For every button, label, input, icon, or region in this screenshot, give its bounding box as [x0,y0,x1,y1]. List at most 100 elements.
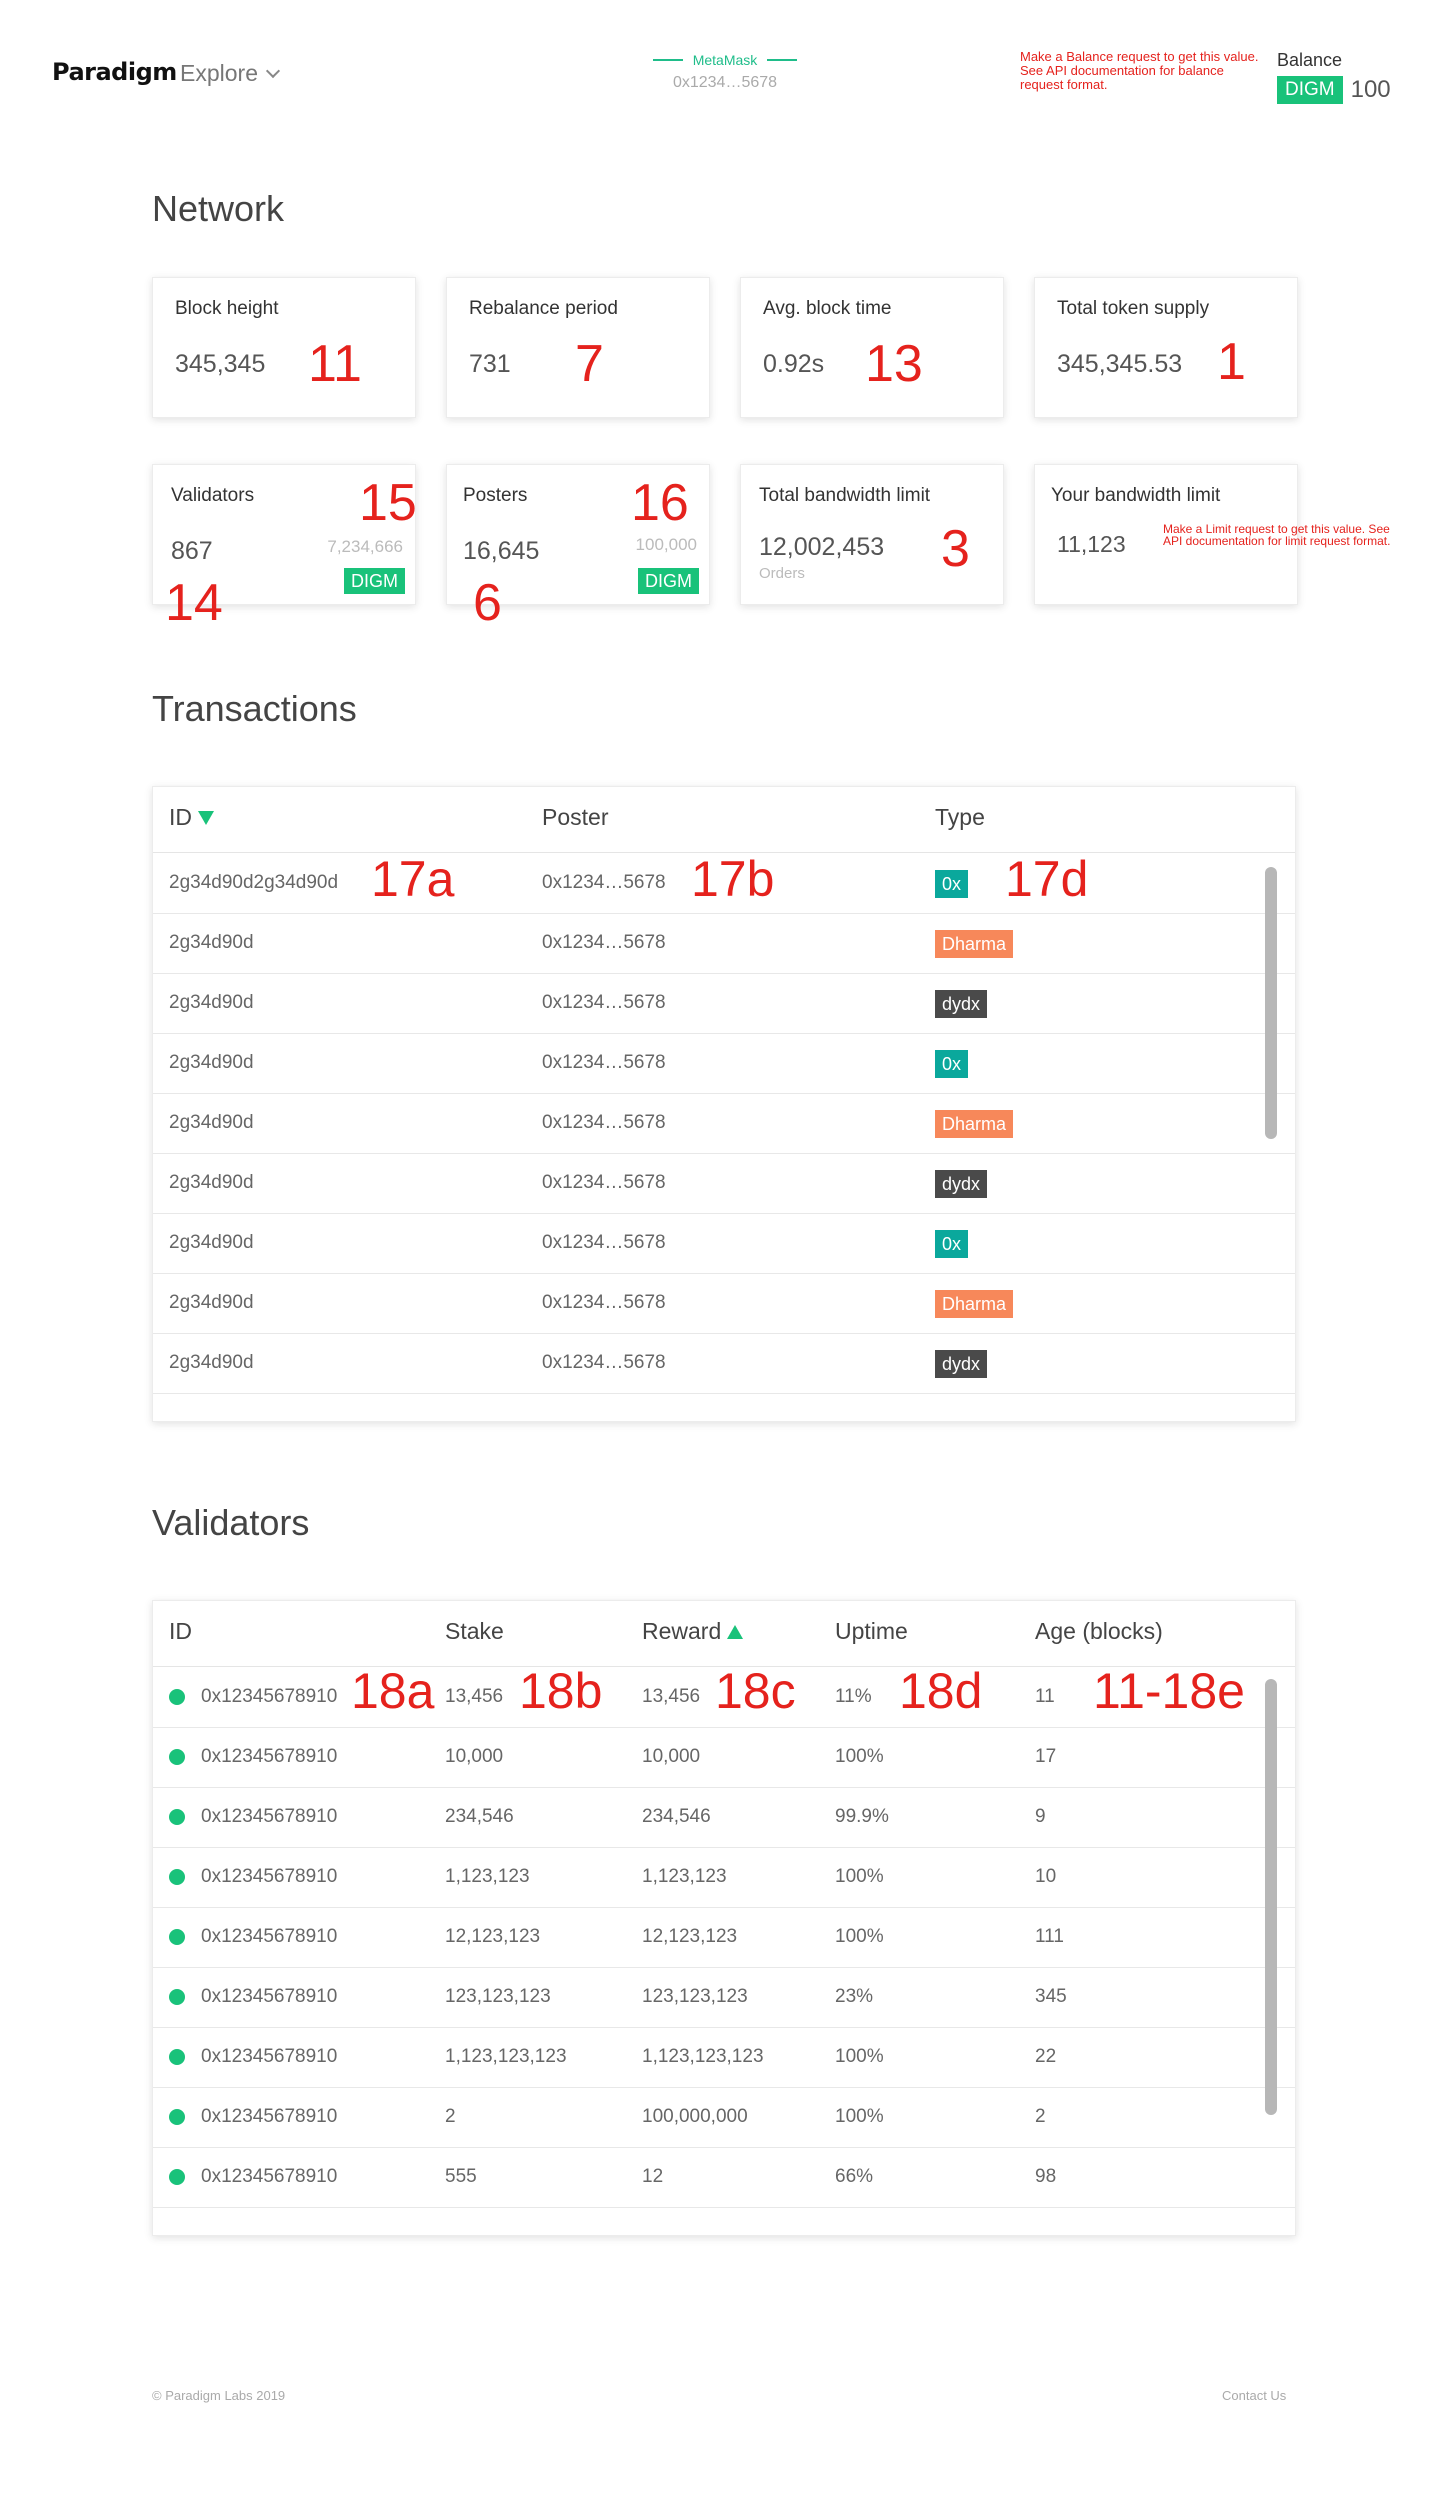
validator-id: 0x12345678910 [201,1746,338,1767]
validator-id: 0x12345678910 [201,1686,338,1707]
validator-reward: 234,546 [642,1806,711,1827]
validator-stake: 123,123,123 [445,1986,551,2007]
metamask-label: MetaMask [692,52,758,68]
column-header-id[interactable]: ID [169,1618,192,1645]
validator-uptime: 23% [835,1986,874,2007]
rebalance-period-card: Rebalance period 731 7 [446,277,710,418]
explore-dropdown[interactable]: Explore [180,60,281,87]
column-header-poster[interactable]: Poster [542,804,608,831]
column-header-reward[interactable]: Reward [642,1618,744,1645]
annotation-label: 14 [165,574,223,632]
table-row[interactable]: 0x12345678910 1,123,123 1,123,123 100% 10 [153,1847,1295,1908]
tx-poster: 0x1234…5678 [542,1232,666,1253]
tx-id: 2g34d90d [169,1112,254,1133]
card-title: Posters [463,485,528,506]
divider [652,59,683,61]
card-value: 16,645 [463,537,540,565]
validator-age: 22 [1035,2046,1057,2067]
table-row[interactable]: 0x12345678910 234,546 234,546 99.9% 9 [153,1787,1295,1848]
token-badge: DIGM [1277,76,1343,104]
metamask-address: 0x1234…5678 [672,74,778,91]
contact-link[interactable]: Contact Us [1222,2388,1286,2403]
total-token-supply-card: Total token supply 345,345.53 1 [1034,277,1298,418]
table-row[interactable]: 2g34d90d 0x1234…5678 Dharma [153,1273,1295,1334]
table-row[interactable]: 2g34d90d 0x1234…5678 0x [153,1033,1295,1094]
validator-uptime: 11% [835,1686,872,1707]
validator-reward: 10,000 [642,1746,701,1767]
validator-reward: 12 [642,2166,664,2187]
table-header: ID Poster Type [153,787,1295,853]
table-row[interactable]: 0x12345678910 555 12 66% 98 [153,2147,1295,2208]
annotation-label: 1 [1217,333,1246,391]
status-dot-icon [169,2169,185,2185]
validator-uptime: 66% [835,2166,874,2187]
validator-id: 0x12345678910 [201,2166,338,2187]
validator-reward: 123,123,123 [642,1986,748,2007]
tx-type-badge: 0x [935,870,969,898]
card-title: Rebalance period [469,298,618,319]
validator-age: 2 [1035,2106,1046,2127]
validator-id: 0x12345678910 [201,2106,338,2127]
card-title: Block height [175,298,279,319]
column-header-type[interactable]: Type [935,804,985,831]
card-value: 345,345 [175,350,266,378]
paradigm-logo[interactable]: Paradigm [52,58,177,86]
annotation-label: 16 [631,474,689,532]
tx-type-badge: Dharma [935,1290,1014,1318]
table-row[interactable]: 0x12345678910 123,123,123 123,123,123 23% 34… [153,1967,1295,2028]
table-row[interactable]: 0x12345678910 1,123,123,123 1,123,123,123 1… [153,2027,1295,2088]
scrollbar[interactable] [1265,1679,1277,2115]
tx-type-badge: dydx [935,990,988,1018]
column-header-id[interactable]: ID [169,804,214,831]
annotation-label: 18c [715,1663,796,1719]
validator-uptime: 100% [835,1926,884,1947]
validator-stake: 10,000 [445,1746,504,1767]
table-row[interactable]: 2g34d90d 0x1234…5678 dydx [153,973,1295,1034]
table-row[interactable]: 2g34d90d 0x1234…5678 dydx [153,1333,1295,1394]
validator-stake: 1,123,123,123 [445,2046,567,2067]
validator-age: 10 [1035,1866,1057,1887]
tx-id: 2g34d90d [169,1232,254,1253]
status-dot-icon [169,1809,185,1825]
table-row[interactable]: 2g34d90d 0x1234…5678 Dharma [153,913,1295,974]
column-header-stake[interactable]: Stake [445,1618,504,1645]
card-value: 0.92s [763,350,825,378]
table-row[interactable]: 2g34d90d 0x1234…5678 Dharma [153,1093,1295,1154]
table-header: ID Stake Reward Uptime Age (blocks) [153,1601,1295,1667]
annotation-label: 18a [351,1663,435,1719]
tx-poster: 0x1234…5678 [542,1112,666,1133]
table-row[interactable]: 0x12345678910 2 100,000,000 100% 2 [153,2087,1295,2148]
table-row[interactable]: 2g34d90d 0x1234…5678 0x [153,1213,1295,1274]
tx-id: 2g34d90d [169,932,254,953]
card-value: 12,002,453 [759,533,885,561]
validator-stake: 234,546 [445,1806,514,1827]
annotation-label: 17b [691,851,775,907]
card-subvalue: 7,234,666 [327,537,403,556]
validator-stake: 12,123,123 [445,1926,541,1947]
balance-display: DIGM 100 [1277,76,1391,104]
column-header-uptime[interactable]: Uptime [835,1618,908,1645]
card-title: Total token supply [1057,298,1210,319]
column-header-age[interactable]: Age (blocks) [1035,1618,1163,1645]
table-row[interactable]: 0x12345678910 10,000 10,000 100% 17 [153,1727,1295,1788]
validator-reward: 12,123,123 [642,1926,738,1947]
validator-uptime: 99.9% [835,1806,889,1827]
card-value: 345,345.53 [1057,350,1183,378]
annotation-label: 3 [941,520,970,578]
validator-id: 0x12345678910 [201,1986,338,2007]
token-badge: DIGM [344,568,405,594]
card-value: 731 [469,350,511,378]
scrollbar[interactable] [1265,867,1277,1139]
column-header-label: Uptime [835,1618,908,1644]
chevron-down-icon [265,63,281,78]
validator-reward: 100,000,000 [642,2106,748,2127]
tx-poster: 0x1234…5678 [542,1352,666,1373]
table-row[interactable]: 0x12345678910 12,123,123 12,123,123 100% 111 [153,1907,1295,1968]
card-title: Validators [171,485,255,506]
tx-id: 2g34d90d [169,1052,254,1073]
annotation-label: 6 [473,574,502,632]
tx-poster: 0x1234…5678 [542,992,666,1013]
table-row[interactable]: 2g34d90d 0x1234…5678 dydx [153,1153,1295,1214]
balance-note: Make a Balance request to get this value… [1020,49,1259,92]
card-value: 11,123 [1057,531,1126,557]
